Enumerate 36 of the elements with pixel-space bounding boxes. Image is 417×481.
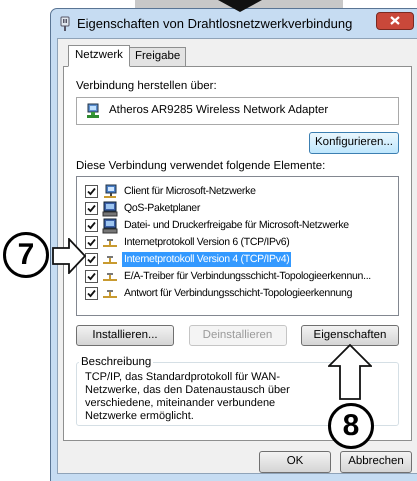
up-arrow-icon xyxy=(328,344,372,400)
dialog-button[interactable]: OK xyxy=(259,451,331,473)
network-adapter-icon xyxy=(85,103,101,120)
checkbox[interactable] xyxy=(85,287,98,300)
dialog-button[interactable]: Abbrechen xyxy=(340,451,412,473)
computer-icon xyxy=(102,218,118,234)
checkbox[interactable] xyxy=(85,270,98,284)
description-title: Beschreibung xyxy=(80,355,152,370)
list-item[interactable]: E/A-Treiber für Verbindungsschicht-Topologieerkennun... xyxy=(122,268,373,284)
network-plug-icon xyxy=(59,16,71,32)
list-item[interactable]: Client für Microsoft-Netzwerke xyxy=(122,184,258,200)
step-number: 7 xyxy=(3,232,49,278)
checkbox[interactable] xyxy=(85,185,98,198)
tab[interactable]: Freigabe xyxy=(128,47,186,66)
description-text: TCP/IP, das Standardprotokoll für WAN-Netzwerke, das den Datenaustausch über verschiedene, miteinander verbundene Netzwerke ermöglicht. xyxy=(85,371,291,424)
configure-button[interactable]: Konfigurieren... xyxy=(309,132,399,154)
down-arrow-icon xyxy=(218,0,262,12)
list-item[interactable]: Antwort für Verbindungsschicht-Topologieerkennung xyxy=(122,286,354,302)
close-icon xyxy=(390,16,400,25)
list-item[interactable]: Internetprotokoll Version 6 (TCP/IPv6) xyxy=(122,234,292,250)
computer-icon xyxy=(102,200,118,217)
elements-label: Diese Verbindung verwendet folgende Elemente: xyxy=(76,159,326,174)
action-button[interactable]: Eigenschaften xyxy=(301,325,399,346)
connect-label: Verbindung herstellen über: xyxy=(76,79,218,94)
list-item[interactable]: Datei- und Druckerfreigabe für Microsoft-Netzwerke xyxy=(122,218,351,234)
checkbox[interactable] xyxy=(85,253,98,266)
action-button[interactable]: Installieren... xyxy=(76,325,174,346)
checkbox[interactable] xyxy=(85,236,98,250)
checkbox[interactable] xyxy=(85,219,98,232)
tab[interactable]: Netzwerk xyxy=(68,45,130,68)
checkbox[interactable] xyxy=(85,202,98,216)
list-item[interactable]: QoS-Paketplaner xyxy=(122,200,202,216)
adapter-name: Atheros AR9285 Wireless Network Adapter xyxy=(109,103,328,118)
close-button[interactable] xyxy=(376,12,414,30)
network-computer-icon xyxy=(102,184,118,200)
window-title: Eigenschaften von Drahtlosnetzwerkverbindung xyxy=(77,14,352,33)
